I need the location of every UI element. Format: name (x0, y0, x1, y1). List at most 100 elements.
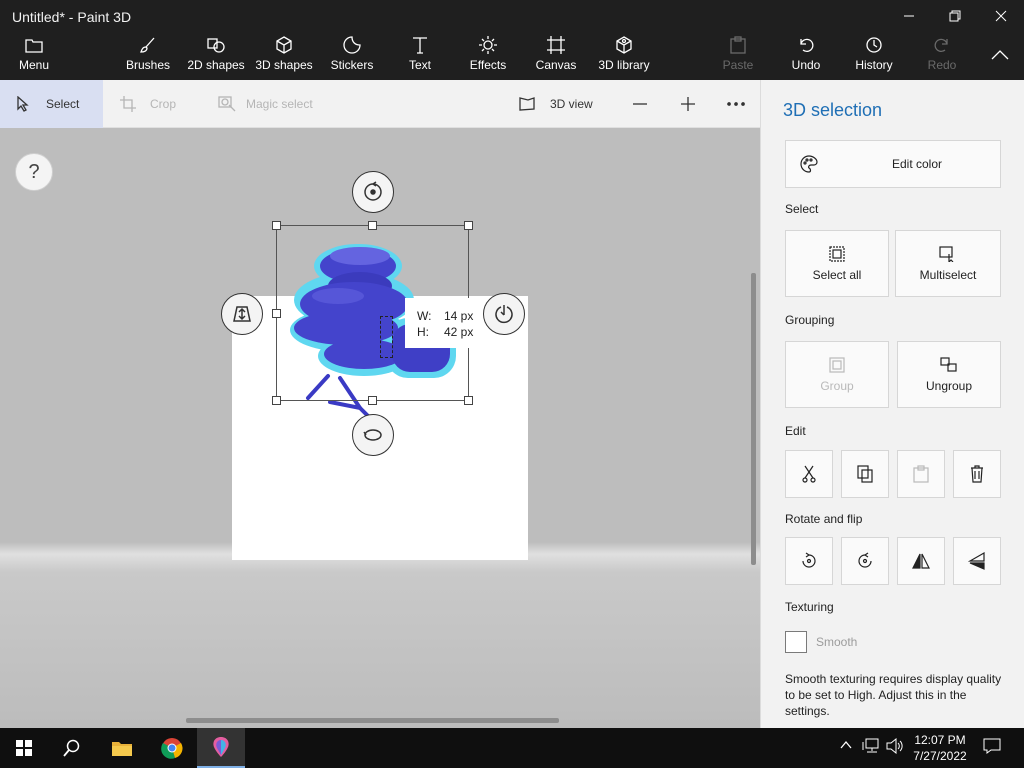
resize-handle-bottom-left[interactable] (272, 396, 281, 405)
vertical-scrollbar[interactable] (751, 273, 756, 565)
rotate-right-button[interactable] (841, 537, 889, 585)
history-button[interactable]: History (850, 34, 898, 80)
canvas-button[interactable]: Canvas (534, 34, 578, 80)
resize-handle-left[interactable] (272, 309, 281, 318)
file-explorer-button[interactable] (98, 728, 146, 768)
paste-button[interactable]: Paste (718, 34, 758, 80)
workspace[interactable]: ? W: 14 px H: 42 px (0, 128, 760, 728)
magic-select-icon (218, 96, 236, 112)
undo-label: Undo (791, 58, 821, 72)
flip-vertical-icon (968, 552, 985, 570)
start-button[interactable] (0, 728, 48, 768)
delete-button[interactable] (953, 450, 1001, 498)
show-hidden-icons-button[interactable] (840, 738, 852, 753)
3d-library-button[interactable]: 3D library (596, 34, 652, 80)
push-back-gizmo[interactable] (221, 293, 263, 335)
undo-icon (794, 34, 818, 56)
title-bar: Untitled* - Paint 3D Menu Brushes 2D sha… (0, 0, 1024, 80)
volume-button[interactable] (886, 737, 904, 757)
resize-handle-top-left[interactable] (272, 221, 281, 230)
texturing-section-label: Texturing (785, 600, 834, 614)
help-button[interactable]: ? (15, 153, 53, 191)
3d-shapes-button[interactable]: 3D shapes (254, 34, 314, 80)
toolbar: Select Crop Magic select 3D view (0, 80, 760, 128)
select-all-button[interactable]: Select all (785, 230, 889, 297)
copy-button[interactable] (841, 450, 889, 498)
paste-panel-button[interactable] (897, 450, 945, 498)
resize-handle-top[interactable] (368, 221, 377, 230)
redo-label: Redo (927, 58, 957, 72)
rotate-y-gizmo[interactable] (483, 293, 525, 335)
search-button[interactable] (48, 728, 96, 768)
windows-logo-icon (16, 740, 32, 756)
restore-button[interactable] (932, 0, 978, 32)
folder-icon (112, 742, 132, 756)
edit-color-button[interactable]: Edit color (785, 140, 1001, 188)
clock[interactable]: 12:07 PM 7/27/2022 (905, 732, 975, 764)
stickers-button[interactable]: Stickers (328, 34, 376, 80)
folder-icon (22, 34, 46, 56)
magic-select-tool[interactable]: Magic select (218, 80, 328, 128)
copy-icon (857, 465, 873, 483)
rotate-x-gizmo[interactable] (352, 414, 394, 456)
select-tool[interactable]: Select (0, 80, 103, 128)
more-options-button[interactable] (724, 80, 748, 128)
clipboard-icon (726, 34, 750, 56)
effects-button[interactable]: Effects (466, 34, 510, 80)
2d-shapes-icon (204, 34, 228, 56)
dimension-tooltip: W: 14 px H: 42 px (405, 298, 475, 348)
ungroup-label: Ungroup (925, 378, 973, 393)
resize-handle-bottom-right[interactable] (464, 396, 473, 405)
network-button[interactable] (862, 738, 880, 757)
horizontal-scrollbar[interactable] (186, 718, 559, 723)
minimize-button[interactable] (886, 0, 932, 32)
undo-button[interactable]: Undo (786, 34, 826, 80)
resize-handle-bottom[interactable] (368, 396, 377, 405)
panel-title: 3D selection (783, 100, 883, 120)
smooth-checkbox[interactable] (785, 631, 807, 653)
rotate-z-gizmo[interactable] (352, 171, 394, 213)
rotate-y-icon (495, 305, 513, 324)
group-button[interactable]: Group (785, 341, 889, 408)
menu-button[interactable]: Menu (14, 34, 54, 80)
redo-button[interactable]: Redo (922, 34, 962, 80)
flip-horizontal-icon (912, 553, 930, 569)
minus-icon (633, 103, 647, 105)
rotate-left-icon (802, 552, 816, 568)
zoom-out-button[interactable] (628, 80, 652, 128)
ribbon: Menu Brushes 2D shapes 3D shapes Sticker… (0, 34, 1024, 80)
clock-time: 12:07 PM (914, 733, 966, 747)
grouping-section-label: Grouping (785, 313, 835, 327)
notifications-button[interactable] (983, 738, 1001, 757)
crop-label: Crop (150, 97, 177, 111)
cut-button[interactable] (785, 450, 833, 498)
flip-horizontal-button[interactable] (897, 537, 945, 585)
canvas-icon (544, 34, 568, 56)
paint3d-taskbar-button[interactable] (197, 728, 245, 768)
chevron-up-icon (840, 740, 852, 749)
close-button[interactable] (978, 0, 1024, 32)
crop-tool[interactable]: Crop (120, 80, 190, 128)
2d-shapes-button[interactable]: 2D shapes (186, 34, 246, 80)
rotate-left-button[interactable] (785, 537, 833, 585)
edit-section-label: Edit (785, 424, 806, 438)
collapse-ribbon-button[interactable] (986, 34, 1014, 80)
text-button[interactable]: Text (400, 34, 440, 80)
menu-label: Menu (18, 58, 50, 72)
resize-handle-top-right[interactable] (464, 221, 473, 230)
3d-view-toggle[interactable]: 3D view (518, 80, 598, 128)
multiselect-button[interactable]: Multiselect (895, 230, 1001, 297)
chrome-button[interactable] (148, 728, 196, 768)
ungroup-button[interactable]: Ungroup (897, 341, 1001, 408)
notification-icon (983, 738, 1001, 754)
3d-view-label: 3D view (550, 97, 593, 111)
speaker-icon (886, 737, 903, 755)
width-label: W: (417, 309, 432, 323)
chrome-icon (161, 738, 183, 759)
rotate-section-label: Rotate and flip (785, 512, 863, 526)
height-value: 42 px (444, 325, 474, 339)
brushes-button[interactable]: Brushes (124, 34, 172, 80)
sun-icon (476, 34, 500, 56)
flip-vertical-button[interactable] (953, 537, 1001, 585)
zoom-in-button[interactable] (676, 80, 700, 128)
